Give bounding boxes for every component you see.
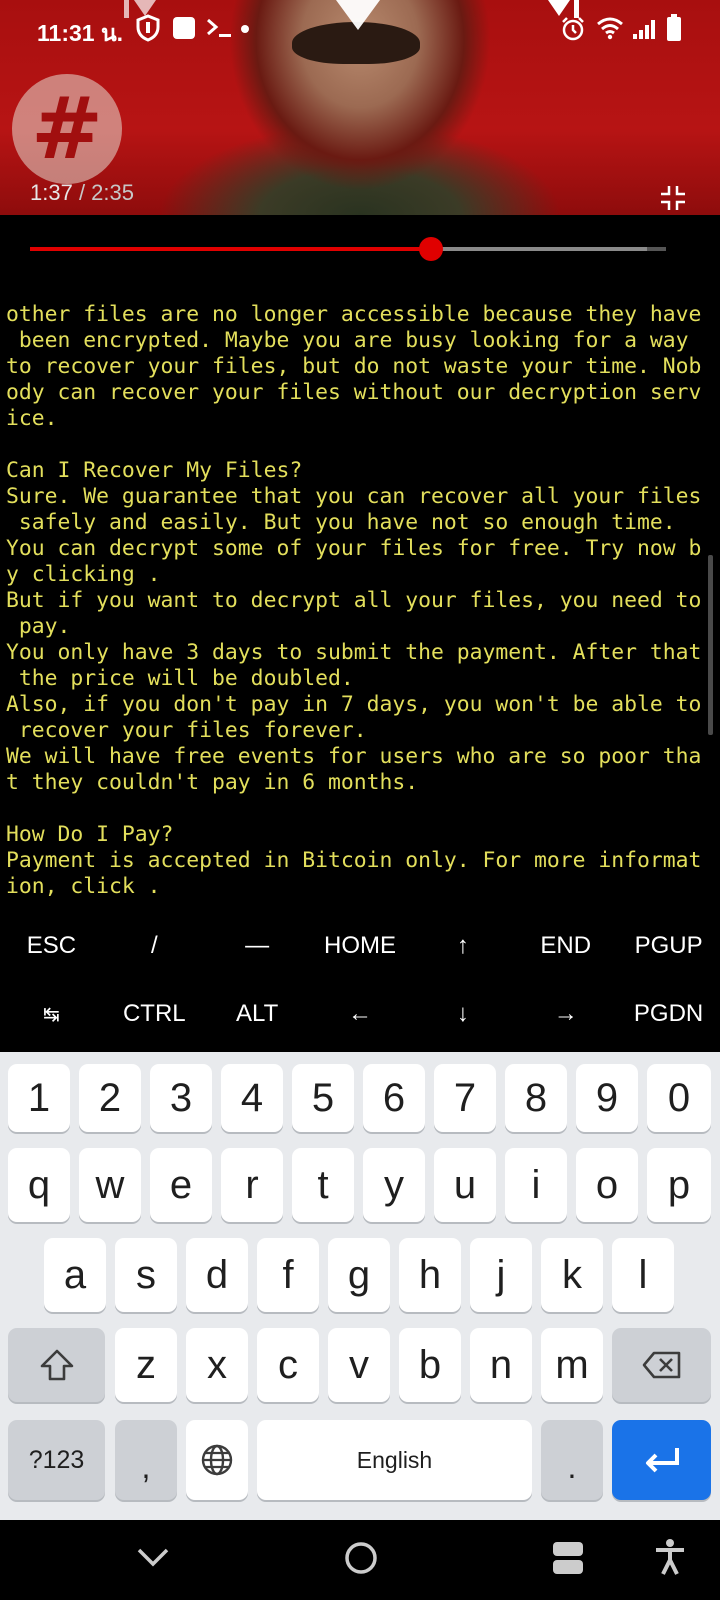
key-f[interactable]: f <box>257 1238 319 1312</box>
key-r[interactable]: r <box>221 1148 283 1222</box>
shift-key[interactable] <box>8 1328 105 1402</box>
key-dash[interactable]: — <box>206 915 309 977</box>
home-circle-icon[interactable] <box>344 1541 378 1575</box>
key-k[interactable]: k <box>541 1238 603 1312</box>
globe-icon <box>201 1444 233 1476</box>
key-1[interactable]: 1 <box>8 1064 70 1132</box>
soft-keyboard: 1 2 3 4 5 6 7 8 9 0 q w e r t y u i o p … <box>0 1052 720 1520</box>
signal-icon <box>633 20 655 39</box>
alarm-icon <box>562 17 584 41</box>
video-time-readout: 1:37 / 2:35 <box>30 180 134 205</box>
status-clock: 11:31 น. <box>37 20 124 46</box>
key-slash[interactable]: / <box>103 915 206 977</box>
backspace-icon <box>642 1351 680 1379</box>
total-time: 2:35 <box>91 180 134 205</box>
key-u[interactable]: u <box>434 1148 496 1222</box>
square-app-icon <box>173 17 195 39</box>
enter-icon <box>645 1448 679 1473</box>
key-z[interactable]: z <box>115 1328 177 1402</box>
seek-thumb[interactable] <box>418 237 443 261</box>
symbols-key[interactable]: ?123 <box>8 1420 105 1500</box>
key-t[interactable]: t <box>292 1148 354 1222</box>
key-3[interactable]: 3 <box>150 1064 212 1132</box>
key-8[interactable]: 8 <box>505 1064 567 1132</box>
terminal-output: other files are no longer accessible bec… <box>6 302 702 899</box>
language-key[interactable] <box>186 1420 248 1500</box>
notification-dot-icon <box>241 25 249 33</box>
key-left[interactable]: ← <box>309 983 412 1045</box>
key-e[interactable]: e <box>150 1148 212 1222</box>
backspace-key[interactable] <box>612 1328 711 1402</box>
shift-icon <box>40 1349 73 1381</box>
extra-keys-bar: ESC / — HOME ↑ END PGUP ↹ CTRL ALT ← ↓ →… <box>0 915 720 1052</box>
key-q[interactable]: q <box>8 1148 70 1222</box>
channel-logo: # <box>12 74 122 184</box>
key-b[interactable]: b <box>399 1328 461 1402</box>
key-g[interactable]: g <box>328 1238 390 1312</box>
key-7[interactable]: 7 <box>434 1064 496 1132</box>
terminal-view[interactable]: other files are no longer accessible bec… <box>0 290 720 900</box>
key-p[interactable]: p <box>647 1148 711 1222</box>
key-d[interactable]: d <box>186 1238 248 1312</box>
key-tab[interactable]: ↹ <box>0 983 103 1045</box>
key-o[interactable]: o <box>576 1148 638 1222</box>
key-home[interactable]: HOME <box>309 915 412 977</box>
key-up[interactable]: ↑ <box>411 915 514 977</box>
key-end[interactable]: END <box>514 915 617 977</box>
key-esc[interactable]: ESC <box>0 915 103 977</box>
key-n[interactable]: n <box>470 1328 532 1402</box>
key-pgdn[interactable]: PGDN <box>617 983 720 1045</box>
chevron-down-icon[interactable] <box>136 1546 170 1570</box>
battery-icon <box>667 14 681 41</box>
shield-icon <box>136 14 160 42</box>
key-s[interactable]: s <box>115 1238 177 1312</box>
video-player[interactable]: # 11:31 น. 1:37 / 2:35 <box>0 0 720 215</box>
enter-key[interactable] <box>612 1420 711 1500</box>
video-seek-bar[interactable] <box>0 215 720 280</box>
key-down[interactable]: ↓ <box>411 983 514 1045</box>
key-6[interactable]: 6 <box>363 1064 425 1132</box>
key-m[interactable]: m <box>541 1328 603 1402</box>
key-4[interactable]: 4 <box>221 1064 283 1132</box>
terminal-icon <box>207 18 231 37</box>
key-0[interactable]: 0 <box>647 1064 711 1132</box>
period-key[interactable]: . <box>541 1420 603 1500</box>
exit-fullscreen-icon[interactable] <box>660 185 686 211</box>
key-5[interactable]: 5 <box>292 1064 354 1132</box>
key-l[interactable]: l <box>612 1238 674 1312</box>
key-a[interactable]: a <box>44 1238 106 1312</box>
seek-track[interactable] <box>30 237 666 261</box>
terminal-scrollbar[interactable] <box>708 555 713 735</box>
accessibility-icon[interactable] <box>654 1538 686 1576</box>
key-j[interactable]: j <box>470 1238 532 1312</box>
key-9[interactable]: 9 <box>576 1064 638 1132</box>
key-right[interactable]: → <box>514 983 617 1045</box>
wifi-icon <box>597 17 623 40</box>
key-w[interactable]: w <box>79 1148 141 1222</box>
key-v[interactable]: v <box>328 1328 390 1402</box>
key-h[interactable]: h <box>399 1238 461 1312</box>
hash-logo-glyph: # <box>30 79 104 179</box>
key-i[interactable]: i <box>505 1148 567 1222</box>
status-bar: 11:31 น. <box>0 0 720 60</box>
space-key[interactable]: English <box>257 1420 532 1500</box>
key-alt[interactable]: ALT <box>206 983 309 1045</box>
key-pgup[interactable]: PGUP <box>617 915 720 977</box>
comma-key[interactable]: , <box>115 1420 177 1500</box>
navigation-bar <box>0 1520 720 1600</box>
recents-icon[interactable] <box>551 1540 585 1576</box>
key-2[interactable]: 2 <box>79 1064 141 1132</box>
key-ctrl[interactable]: CTRL <box>103 983 206 1045</box>
current-time: 1:37 <box>30 180 73 205</box>
seek-played <box>30 247 431 251</box>
key-y[interactable]: y <box>363 1148 425 1222</box>
key-x[interactable]: x <box>186 1328 248 1402</box>
key-c[interactable]: c <box>257 1328 319 1402</box>
